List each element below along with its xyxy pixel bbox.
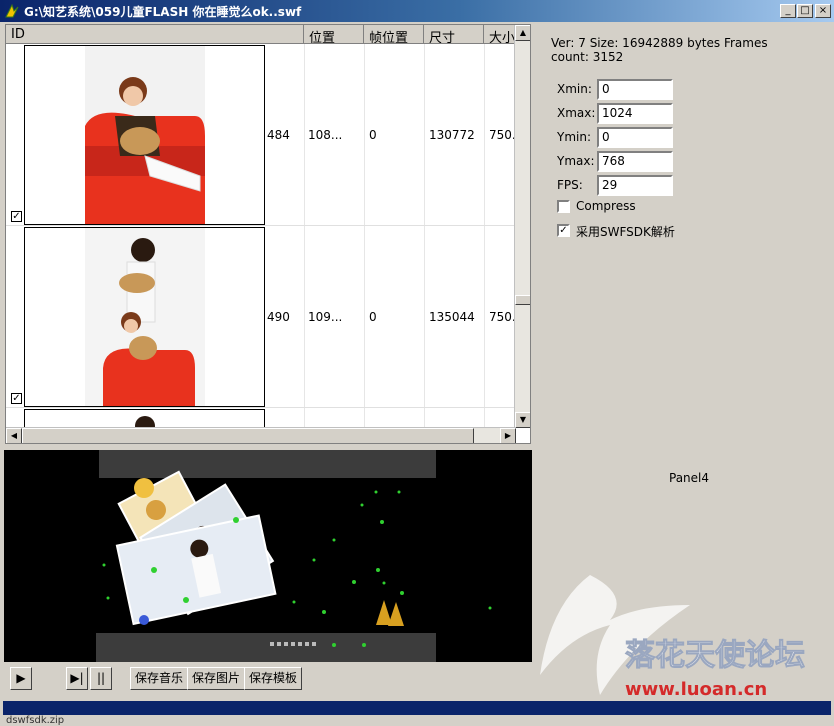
maximize-button[interactable]: □: [797, 4, 813, 18]
app-icon: [5, 3, 19, 18]
minimize-button[interactable]: _: [780, 4, 796, 18]
column-header-size[interactable]: 尺寸: [424, 25, 484, 44]
column-header-frame-position[interactable]: 帧位置: [364, 25, 424, 44]
save-template-button[interactable]: 保存模板: [244, 667, 302, 690]
save-image-button[interactable]: 保存图片: [187, 667, 245, 690]
status-bar: dswfsdk.zip: [0, 700, 834, 726]
play-icon: ▶: [16, 671, 26, 685]
fps-field[interactable]: 29: [597, 175, 673, 196]
check-icon: ✓: [12, 211, 21, 222]
watermark-url: www.luoan.cn: [625, 679, 767, 700]
close-button[interactable]: ×: [815, 4, 831, 18]
cell-position: 109...: [308, 310, 343, 324]
xmax-field[interactable]: 1024: [597, 103, 673, 124]
status-text: dswfsdk.zip: [6, 715, 65, 726]
cell-bytes: 750.: [489, 128, 516, 142]
xmax-label: Xmax:: [557, 106, 596, 120]
cell-id: 484: [267, 128, 290, 142]
cell-size: 130772: [429, 128, 475, 142]
xmin-label: Xmin:: [557, 82, 592, 96]
scroll-down-icon[interactable]: ▼: [515, 412, 530, 428]
cell-frame-position: 0: [369, 310, 377, 324]
cell-size: 135044: [429, 310, 475, 324]
ymax-label: Ymax:: [557, 154, 595, 168]
cell-position: 108...: [308, 128, 343, 142]
scroll-left-icon[interactable]: ◀: [6, 428, 22, 443]
list-row[interactable]: ✓ 484 108... 0 130772 750.: [6, 44, 516, 226]
cell-id: 490: [267, 310, 290, 324]
column-header-position[interactable]: 位置: [304, 25, 364, 44]
watermark-logo: 落花天使论坛 www.luoan.cn: [540, 575, 806, 700]
row-checkbox[interactable]: ✓: [11, 393, 22, 404]
image-list[interactable]: ID 位置 帧位置 尺寸 大小 ✓ 484 108... 0 130772 75…: [5, 24, 531, 444]
ymin-label: Ymin:: [557, 130, 592, 144]
compress-label: Compress: [576, 199, 636, 213]
fps-label: FPS:: [557, 178, 583, 192]
window-title: G:\知艺系统\059儿童FLASH 你在睡觉么ok..swf: [24, 5, 302, 19]
scrollbar-thumb[interactable]: [515, 295, 530, 305]
compress-checkbox[interactable]: [557, 200, 570, 213]
pause-icon: ||: [96, 671, 106, 685]
cell-frame-position: 0: [369, 128, 377, 142]
title-bar: G:\知艺系统\059儿童FLASH 你在睡觉么ok..swf _ □ ×: [0, 0, 834, 22]
column-header-bytes[interactable]: 大小: [484, 25, 516, 44]
play-button[interactable]: ▶: [10, 667, 32, 690]
ymin-field[interactable]: 0: [597, 127, 673, 148]
scrollbar-thumb[interactable]: [22, 428, 474, 443]
vertical-scrollbar[interactable]: ▲ ▼: [514, 25, 530, 428]
swfsdk-label: 采用SWFSDK解析: [576, 225, 675, 239]
flash-preview[interactable]: [4, 450, 532, 662]
thumbnail-image: [24, 227, 265, 407]
check-icon: ✓: [12, 393, 21, 404]
status-strip: [3, 701, 831, 715]
swfsdk-checkbox[interactable]: ✓: [557, 224, 570, 237]
step-button[interactable]: ▶|: [66, 667, 88, 690]
cell-bytes: 750.: [489, 310, 516, 324]
horizontal-scrollbar[interactable]: ◀ ▶: [6, 427, 516, 443]
file-info: Ver: 7 Size: 16942889 bytes Frames count…: [551, 36, 768, 64]
save-music-button[interactable]: 保存音乐: [130, 667, 188, 690]
check-icon: ✓: [559, 225, 568, 236]
scroll-right-icon[interactable]: ▶: [500, 428, 516, 443]
panel4-label: Panel4: [669, 471, 710, 485]
xmin-field[interactable]: 0: [597, 79, 673, 100]
list-row[interactable]: ✓ 490 109... 0 135044 750.: [6, 226, 516, 408]
ymax-field[interactable]: 768: [597, 151, 673, 172]
thumbnail-image: [24, 45, 265, 225]
scroll-up-icon[interactable]: ▲: [515, 25, 530, 41]
step-icon: ▶|: [70, 671, 84, 685]
pause-button[interactable]: ||: [90, 667, 112, 690]
row-checkbox[interactable]: ✓: [11, 211, 22, 222]
watermark-title: 落花天使论坛: [625, 638, 805, 673]
column-header-id[interactable]: ID: [6, 25, 304, 44]
